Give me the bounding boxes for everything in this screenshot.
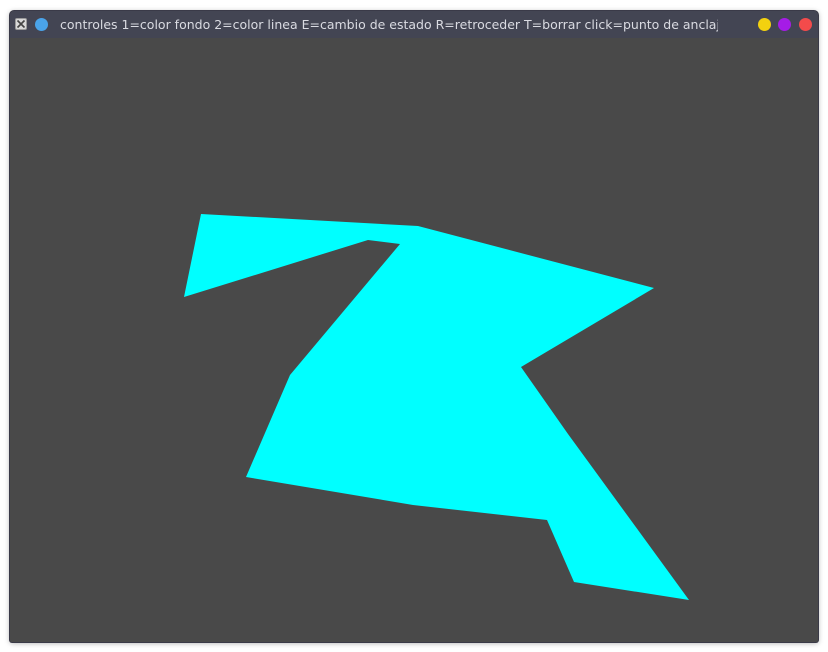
window-title: controles 1=color fondo 2=color linea E=…	[60, 17, 718, 32]
minimize-button[interactable]	[758, 18, 771, 31]
canvas-svg	[184, 214, 689, 600]
pin-button[interactable]	[35, 18, 48, 31]
maximize-button[interactable]	[778, 18, 791, 31]
close-button[interactable]	[799, 18, 812, 31]
application-window: controles 1=color fondo 2=color linea E=…	[10, 11, 818, 642]
cyan-polygon	[184, 214, 689, 600]
title-bar[interactable]: controles 1=color fondo 2=color linea E=…	[10, 11, 818, 38]
x11-app-icon[interactable]	[15, 18, 27, 30]
drawing-canvas[interactable]	[10, 38, 818, 642]
